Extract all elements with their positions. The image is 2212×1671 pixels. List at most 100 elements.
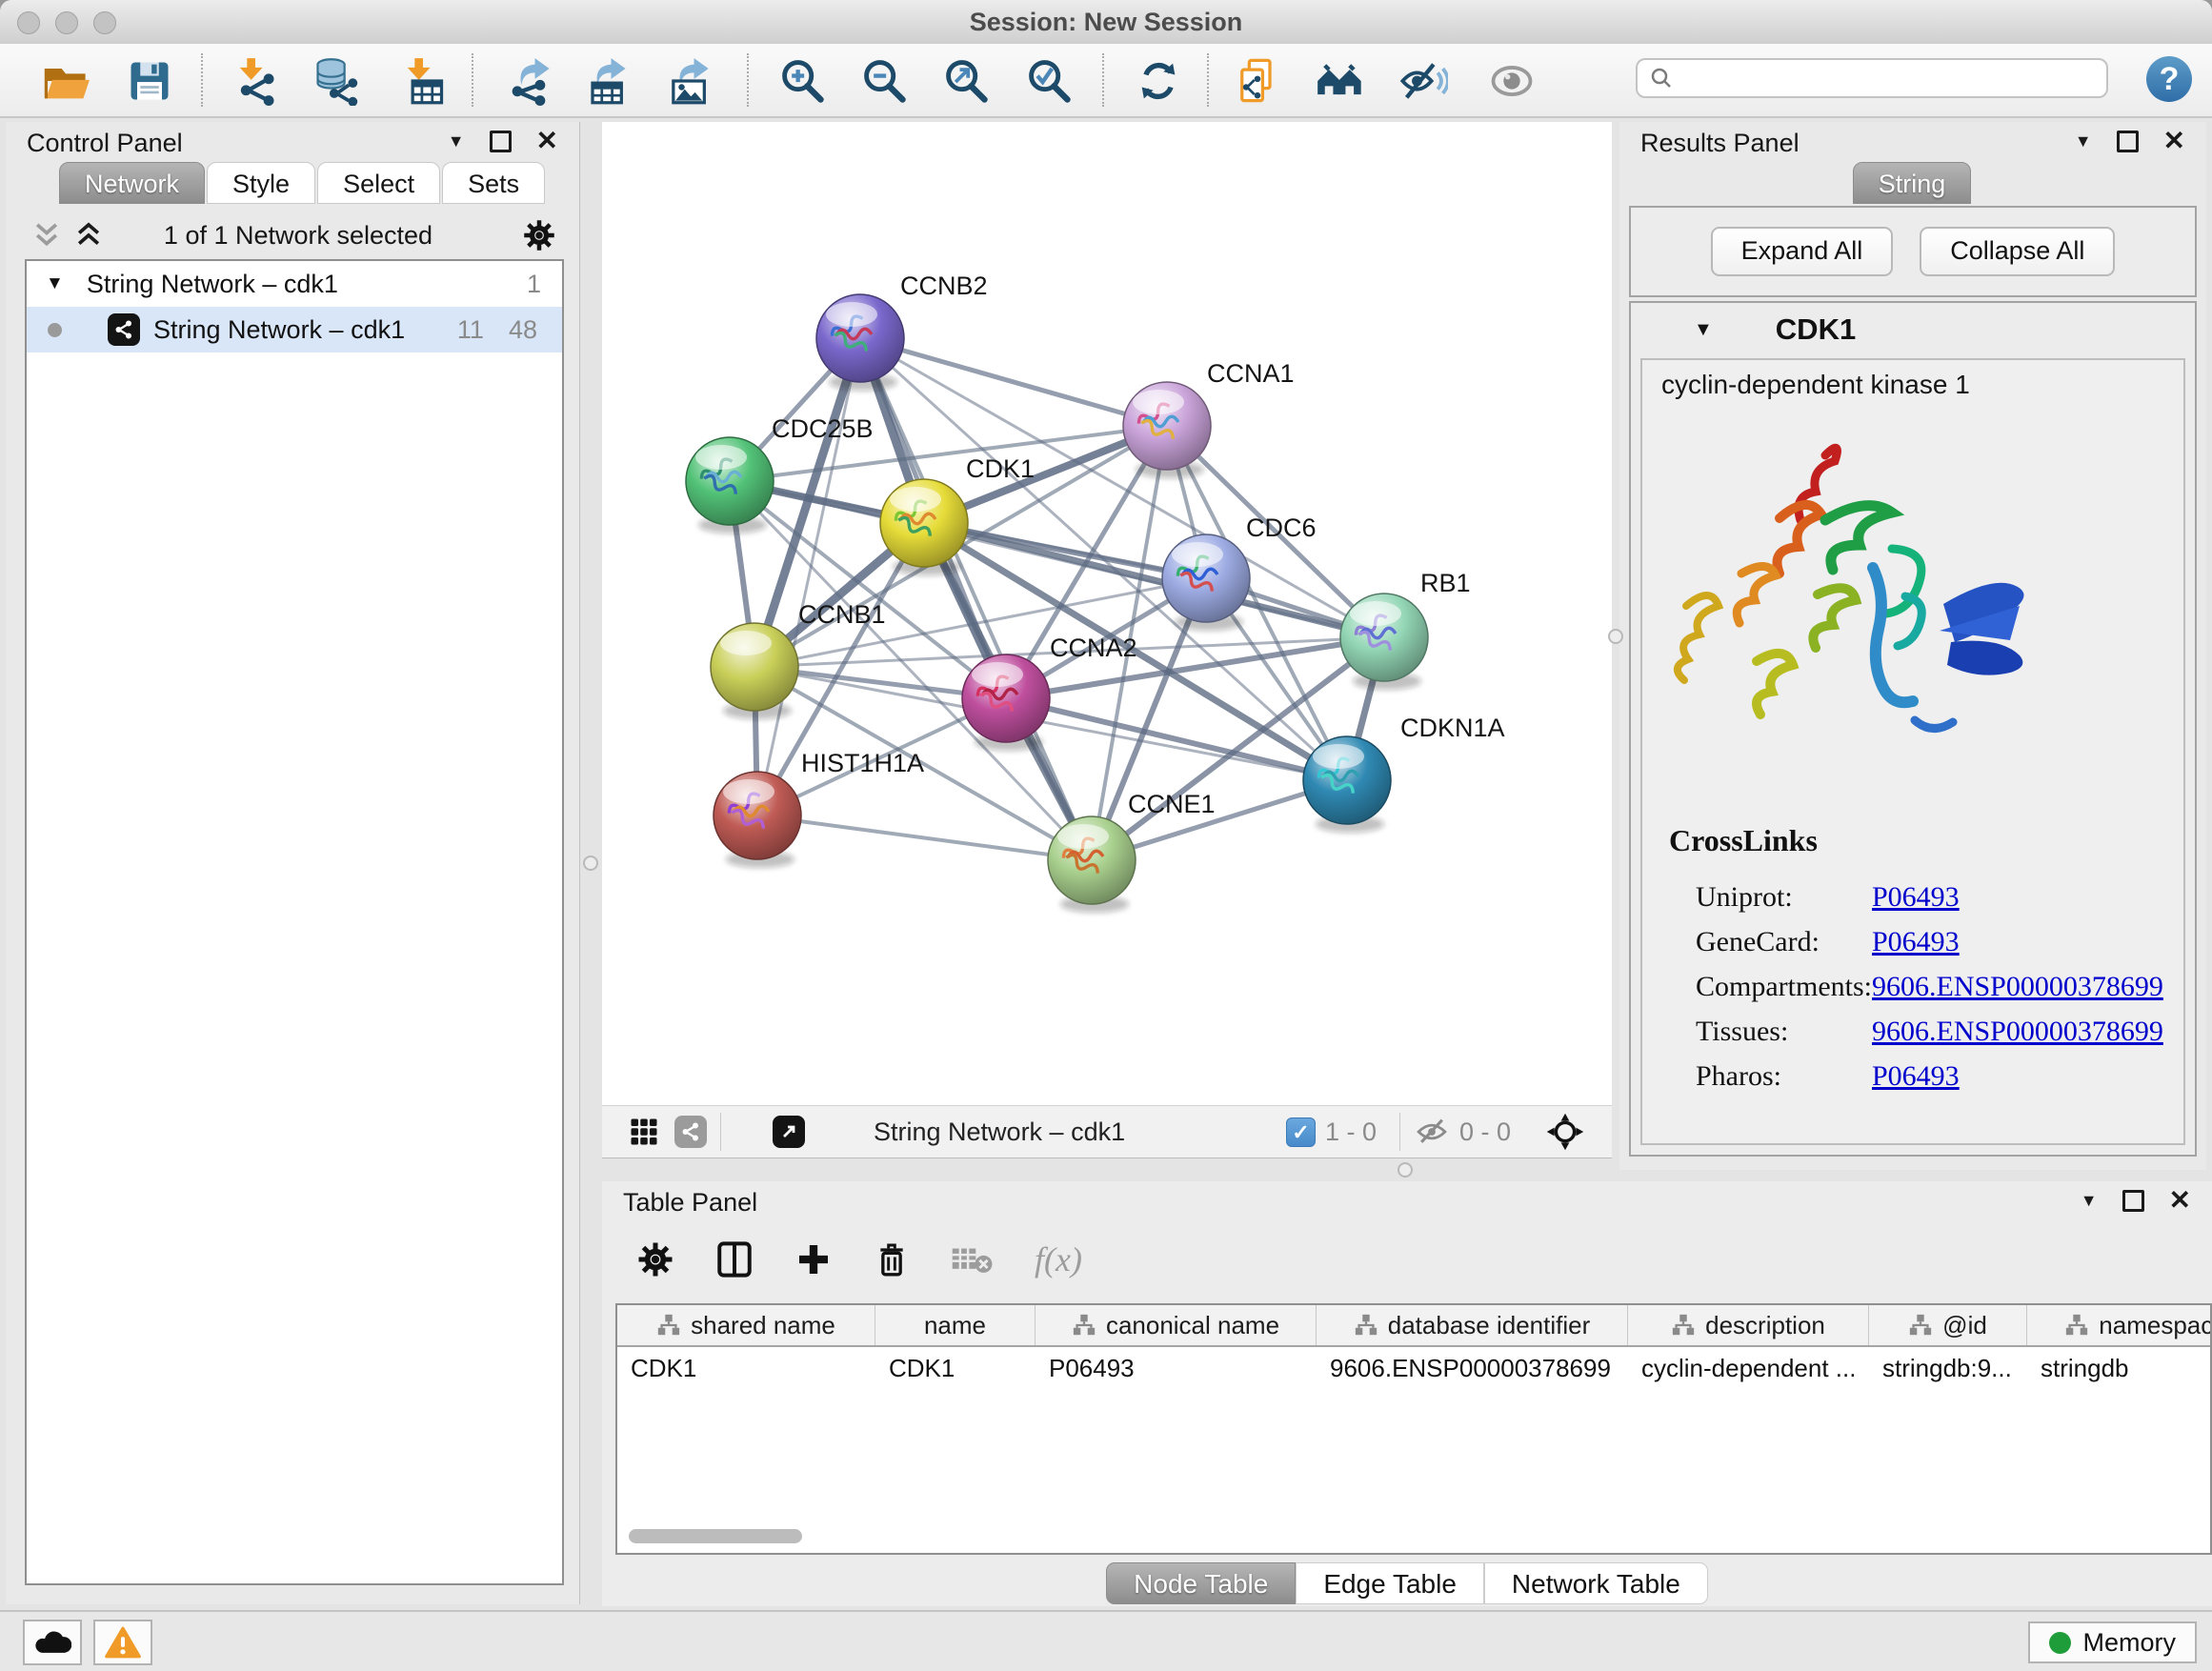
horizontal-scrollbar[interactable] — [629, 1529, 802, 1543]
search-field[interactable] — [1636, 58, 2108, 98]
zoom-selected-icon[interactable] — [1024, 56, 1074, 106]
network-collection-row[interactable]: ▼ String Network – cdk1 1 — [27, 261, 562, 307]
network-edge[interactable] — [1006, 698, 1347, 780]
panel-float-icon[interactable] — [2122, 1190, 2144, 1212]
panel-float-icon[interactable] — [2117, 131, 2139, 152]
import-database-icon[interactable] — [312, 56, 361, 106]
home-icon[interactable] — [1316, 56, 1365, 106]
crosslink-link[interactable]: P06493 — [1872, 926, 1960, 958]
import-network-icon[interactable] — [231, 56, 280, 106]
panel-close-icon[interactable]: ✕ — [2163, 128, 2185, 154]
network-node-rb1[interactable]: RB1 — [1340, 569, 1471, 690]
table-cell[interactable]: CDK1 — [617, 1347, 875, 1389]
open-session-icon[interactable] — [41, 56, 90, 106]
tab-string[interactable]: String — [1853, 162, 1972, 204]
table-cell[interactable]: CDK1 — [875, 1347, 1036, 1389]
delete-column-icon[interactable] — [873, 1240, 911, 1278]
panel-float-icon[interactable] — [490, 131, 512, 152]
crosslink-link[interactable]: 9606.ENSP00000378699 — [1872, 1016, 2163, 1048]
export-image-icon[interactable] — [663, 56, 713, 106]
column-header-@id[interactable]: @id — [1869, 1305, 2027, 1345]
network-row-selected[interactable]: String Network – cdk1 11 48 — [27, 307, 562, 352]
tab-sets[interactable]: Sets — [442, 162, 545, 204]
table-cell[interactable]: stringdb:9... — [1869, 1347, 2027, 1389]
network-edge[interactable] — [860, 338, 1167, 426]
horizontal-splitter-handle[interactable] — [1398, 1162, 1413, 1178]
open-in-new-window-icon[interactable] — [773, 1116, 805, 1148]
warning-icon[interactable] — [93, 1620, 152, 1665]
zoom-fit-icon[interactable] — [941, 56, 991, 106]
show-columns-icon[interactable] — [714, 1239, 754, 1279]
network-edge[interactable] — [860, 338, 1092, 860]
crosslink-link[interactable]: P06493 — [1872, 1060, 1960, 1093]
tab-network-table[interactable]: Network Table — [1484, 1562, 1708, 1604]
function-builder-icon[interactable]: f(x) — [1035, 1239, 1082, 1279]
node-section-header[interactable]: ▼ CDK1 — [1631, 303, 2195, 356]
caret-icon[interactable]: ▼ — [1694, 319, 1713, 341]
network-edge[interactable] — [757, 338, 860, 815]
help-icon[interactable]: ? — [2146, 56, 2192, 102]
zoom-out-icon[interactable] — [859, 56, 909, 106]
grid-mode-icon[interactable] — [627, 1115, 661, 1149]
network-node-ccnb2[interactable]: CCNB2 — [816, 272, 988, 391]
network-node-ccnb1[interactable]: CCNB1 — [711, 600, 886, 719]
panel-close-icon[interactable]: ✕ — [536, 128, 558, 154]
panel-close-icon[interactable]: ✕ — [2169, 1187, 2191, 1214]
column-header-canonical-name[interactable]: canonical name — [1036, 1305, 1317, 1345]
column-header-database-identifier[interactable]: database identifier — [1317, 1305, 1628, 1345]
network-node-hist1h1a[interactable]: HIST1H1A — [714, 749, 924, 868]
network-node-ccna1[interactable]: CCNA1 — [1123, 359, 1295, 478]
tab-select[interactable]: Select — [317, 162, 440, 204]
panel-menu-icon[interactable]: ▼ — [2075, 131, 2092, 151]
network-view-canvas[interactable]: CCNB2CCNA1CDC25BCDK1CDC6RB1CCNB1CCNA2CDK… — [602, 122, 1612, 1105]
column-header-description[interactable]: description — [1628, 1305, 1869, 1345]
delete-table-icon[interactable] — [951, 1242, 995, 1277]
tab-network[interactable]: Network — [59, 162, 205, 204]
column-header-name[interactable]: name — [875, 1305, 1036, 1345]
share-network-icon[interactable] — [674, 1116, 707, 1148]
memory-button[interactable]: Memory — [2028, 1621, 2197, 1663]
network-edge[interactable] — [757, 815, 1092, 860]
share-panel-icon[interactable] — [1233, 56, 1282, 106]
gear-icon[interactable] — [636, 1240, 674, 1278]
zoom-in-icon[interactable] — [777, 56, 827, 106]
tab-edge-table[interactable]: Edge Table — [1296, 1562, 1484, 1604]
tab-style[interactable]: Style — [207, 162, 315, 204]
vertical-splitter-handle[interactable] — [583, 856, 598, 871]
add-column-icon[interactable] — [794, 1240, 833, 1278]
network-node-ccne1[interactable]: CCNE1 — [1048, 790, 1216, 913]
panel-menu-icon[interactable]: ▼ — [448, 131, 465, 151]
tab-node-table[interactable]: Node Table — [1106, 1562, 1296, 1604]
search-input[interactable] — [1674, 64, 2106, 92]
fit-selection-crosshair-icon[interactable] — [1545, 1112, 1585, 1152]
cloud-icon[interactable] — [23, 1620, 82, 1665]
export-network-icon[interactable] — [504, 56, 553, 106]
table-row[interactable]: CDK1CDK1P064939606.ENSP00000378699cyclin… — [617, 1347, 2210, 1389]
expand-all-button[interactable]: Expand All — [1711, 227, 1894, 276]
table-cell[interactable]: cyclin-dependent ... — [1628, 1347, 1869, 1389]
panel-menu-icon[interactable]: ▼ — [2081, 1191, 2098, 1211]
save-session-icon[interactable] — [125, 56, 174, 106]
column-header-shared-name[interactable]: shared name — [617, 1305, 875, 1345]
expand-all-icon[interactable] — [74, 220, 103, 251]
table-cell[interactable]: stringdb — [2027, 1347, 2212, 1389]
crosslink-link[interactable]: P06493 — [1872, 881, 1960, 914]
export-table-icon[interactable] — [580, 56, 630, 106]
caret-icon[interactable]: ▼ — [46, 273, 64, 294]
crosslink-link[interactable]: 9606.ENSP00000378699 — [1872, 971, 2163, 1003]
refresh-icon[interactable] — [1134, 56, 1183, 106]
show-panel-eye-icon[interactable] — [1487, 56, 1537, 106]
import-table-icon[interactable] — [398, 56, 448, 106]
table-cell[interactable]: P06493 — [1036, 1347, 1317, 1389]
column-header-namespace[interactable]: namespace — [2027, 1305, 2212, 1345]
selected-nodes-checkbox[interactable]: ✓ — [1286, 1117, 1316, 1147]
network-node-cdkn1a[interactable]: CDKN1A — [1303, 714, 1505, 833]
hidden-eye-slash-icon[interactable] — [1414, 1116, 1450, 1148]
collapse-all-button[interactable]: Collapse All — [1920, 227, 2115, 276]
table-header-row[interactable]: shared namenamecanonical namedatabase id… — [617, 1305, 2210, 1347]
collapse-all-icon[interactable] — [32, 220, 61, 251]
table-cell[interactable]: 9606.ENSP00000378699 — [1317, 1347, 1628, 1389]
hide-panel-eye-slash-icon[interactable] — [1398, 56, 1448, 106]
string-network-graph[interactable]: CCNB2CCNA1CDC25BCDK1CDC6RB1CCNB1CCNA2CDK… — [602, 122, 1612, 1105]
vertical-splitter-handle[interactable] — [1608, 629, 1623, 644]
